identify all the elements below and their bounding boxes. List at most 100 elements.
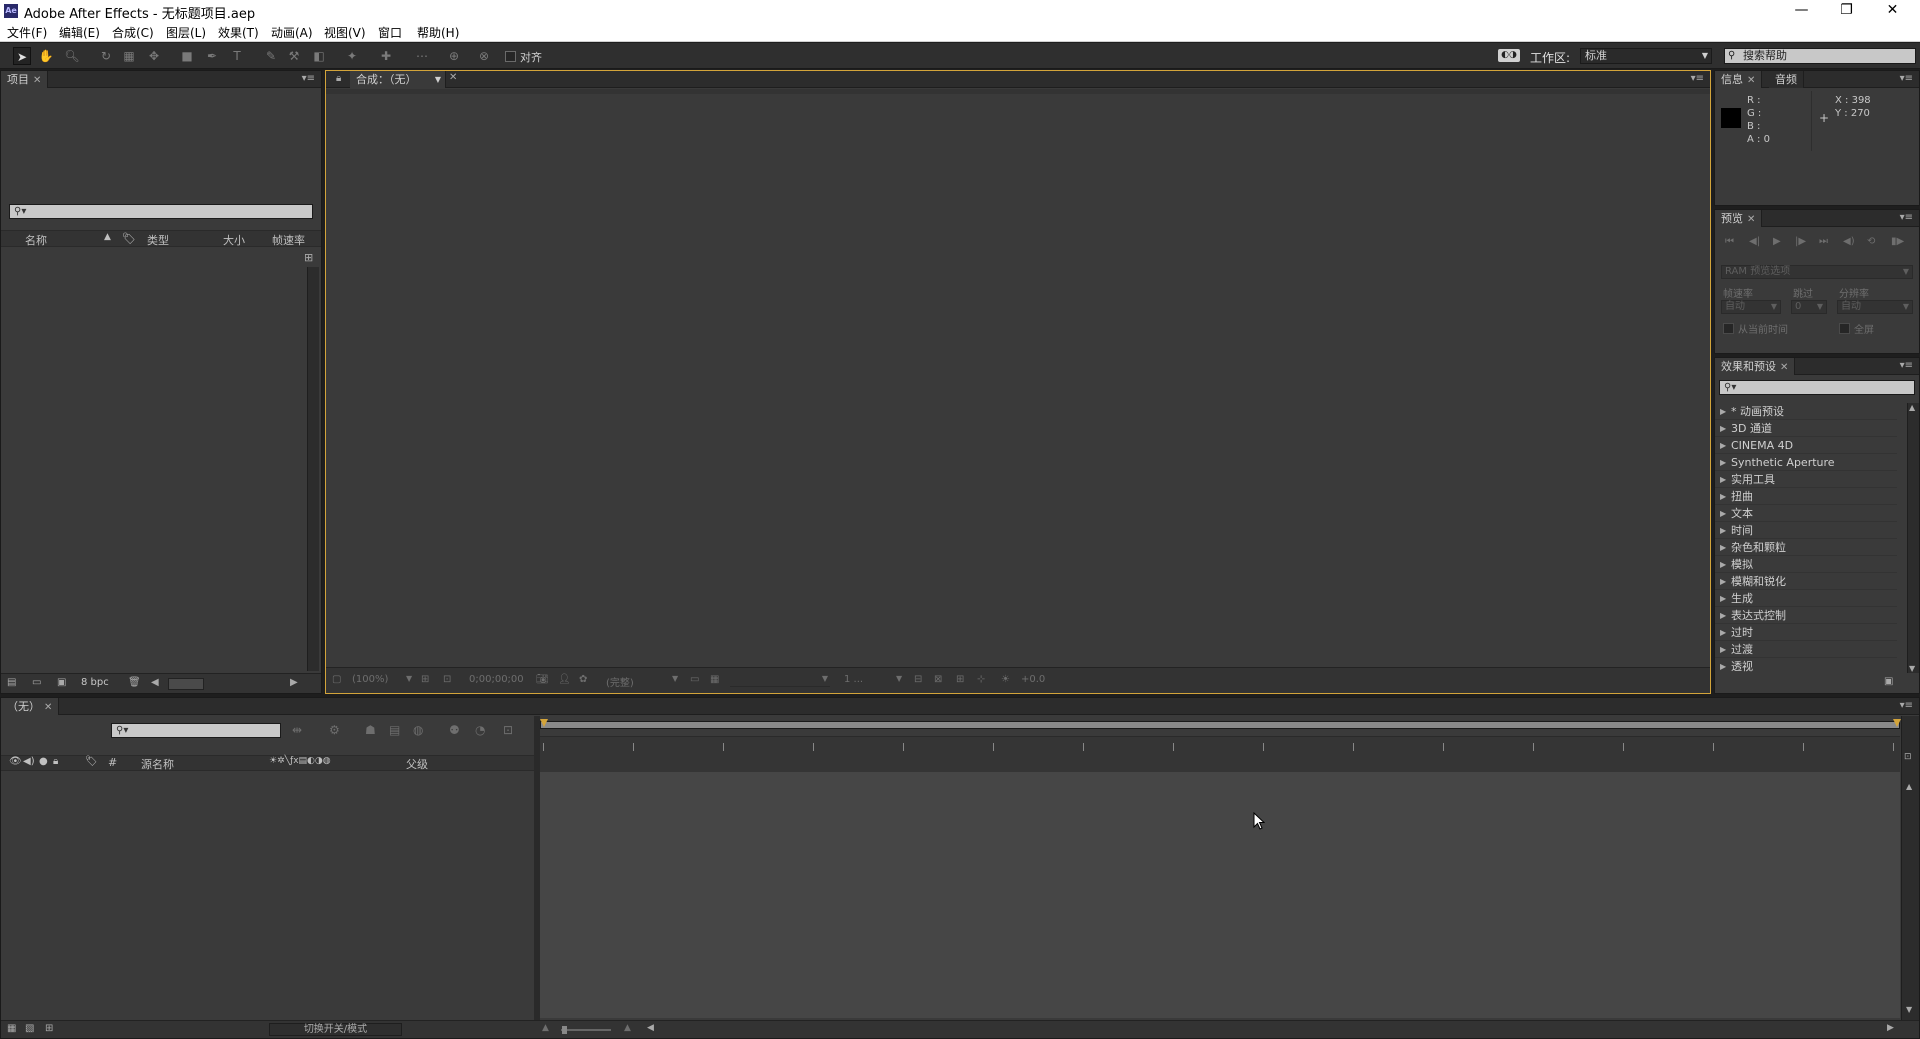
selection-tool-icon[interactable]: ➤ — [13, 47, 31, 65]
scroll-right-icon[interactable]: ▶ — [290, 677, 298, 688]
always-preview-icon[interactable]: ▢ — [332, 674, 341, 685]
camera-tool-icon[interactable]: ▦ — [120, 47, 138, 65]
tab-composition[interactable]: 合成：（无） ▼ — [350, 71, 446, 88]
menu-window[interactable]: 窗口 — [378, 24, 402, 41]
panel-menu-icon[interactable]: ▾≡ — [1900, 73, 1913, 84]
help-search-input[interactable]: ⚲ 搜索帮助 — [1724, 48, 1916, 64]
hide-shy-layers-icon[interactable]: ☗ — [365, 723, 376, 737]
menu-edit[interactable]: 编辑(E) — [59, 24, 100, 41]
close-icon[interactable]: ✕ — [1747, 75, 1755, 86]
menu-effect[interactable]: 效果(T) — [218, 24, 259, 41]
effects-category[interactable]: ▶ 过渡 — [1715, 641, 1897, 658]
panel-menu-icon[interactable]: ▾≡ — [1900, 360, 1913, 371]
column-parent[interactable]: 父级 — [406, 756, 428, 772]
toggle-switches-modes-button[interactable]: 切换开关/模式 — [269, 1023, 402, 1036]
show-snapshot-icon[interactable]: 👤︎ — [558, 674, 571, 685]
in-out-panes-icon[interactable]: ⊞ — [45, 1023, 53, 1034]
effects-category[interactable]: ▶ 时间 — [1715, 522, 1897, 539]
trash-icon[interactable]: 🗑︎ — [128, 677, 141, 688]
panel-menu-icon[interactable]: ▾≡ — [1691, 73, 1704, 84]
eye-icon[interactable]: 👁︎ — [9, 756, 22, 767]
audio-icon[interactable]: ◀) — [23, 756, 35, 767]
timeline-search-input[interactable]: ⚲▾ — [111, 723, 281, 738]
column-framerate[interactable]: 帧速率 — [272, 232, 305, 248]
from-current-checkbox[interactable] — [1723, 323, 1734, 334]
scroll-up-icon[interactable]: ▲ — [1909, 403, 1915, 412]
column-size[interactable]: 大小 — [223, 232, 245, 248]
effects-category[interactable]: ▶ 模糊和锐化 — [1715, 573, 1897, 590]
scroll-up-icon[interactable]: ▲ — [1906, 782, 1912, 791]
audio-icon[interactable]: ◀) — [1843, 236, 1855, 247]
color-channel-icon[interactable]: ✿ — [579, 674, 587, 685]
menu-layer[interactable]: 图层(L) — [166, 24, 206, 41]
menu-animation[interactable]: 动画(A) — [271, 24, 313, 41]
effects-category[interactable]: ▶ 模拟 — [1715, 556, 1897, 573]
auto-keyframe-icon[interactable]: ◔ — [475, 723, 485, 737]
effects-category[interactable]: ▶ 文本 — [1715, 505, 1897, 522]
mask-visibility-icon[interactable]: ⊡ — [443, 674, 451, 685]
new-folder-icon[interactable]: ▭ — [32, 677, 41, 688]
comp-button-icon[interactable]: ⊡ — [1904, 752, 1912, 762]
project-search-input[interactable]: ⚲▾ — [9, 204, 313, 219]
text-tool-icon[interactable]: T — [228, 47, 246, 65]
transfer-controls-icon[interactable]: ▧ — [25, 1023, 34, 1034]
safe-zones-icon[interactable]: ⊞ — [421, 674, 429, 685]
tab-project[interactable]: 项目 ✕ — [1, 71, 49, 88]
zoom-slider[interactable] — [561, 1029, 611, 1031]
close-icon[interactable]: ✕ — [33, 75, 41, 86]
current-time-display[interactable]: 0;00;00;00 — [469, 674, 524, 685]
work-area-bar[interactable] — [540, 721, 1900, 729]
timeline-scrollbar[interactable]: ⊡ ▲ ▼ — [1901, 716, 1919, 1020]
new-composition-icon[interactable]: ▣ — [57, 677, 66, 688]
restore-button[interactable]: ❐ — [1824, 0, 1869, 22]
snap-checkbox[interactable] — [505, 51, 516, 62]
effects-category[interactable]: ▶ CINEMA 4D — [1715, 437, 1897, 454]
workspace-select[interactable]: 标准 ▼ — [1580, 48, 1712, 64]
close-button[interactable]: ✕ — [1870, 0, 1915, 22]
work-area-start-icon[interactable] — [540, 719, 548, 727]
effects-category[interactable]: ▶ 实用工具 — [1715, 471, 1897, 488]
exposure-value[interactable]: +0.0 — [1021, 674, 1045, 685]
tab-info[interactable]: 信息 ✕ — [1715, 71, 1763, 88]
motion-blur-icon[interactable]: ◍ — [413, 723, 423, 737]
snapshot-icon[interactable]: 📷︎ — [536, 674, 549, 685]
rotate-tool-icon[interactable]: ↻ — [97, 47, 115, 65]
lock-icon[interactable]: 🔒︎ — [336, 73, 341, 84]
last-frame-icon[interactable]: ⏭ — [1819, 236, 1828, 247]
panel-menu-icon[interactable]: ▾≡ — [302, 73, 315, 84]
pen-tool-icon[interactable]: ✒ — [203, 47, 221, 65]
first-frame-icon[interactable]: ⏮ — [1725, 236, 1734, 247]
tab-preview[interactable]: 预览 ✕ — [1715, 210, 1763, 227]
work-area-end-icon[interactable] — [1893, 719, 1901, 727]
bpc-label[interactable]: 8 bpc — [81, 677, 109, 688]
pan-behind-tool-icon[interactable]: ✥ — [145, 47, 163, 65]
menu-file[interactable]: 文件(F) — [7, 24, 47, 41]
axis-mode-icon[interactable]: ⊕ — [445, 47, 463, 65]
effects-category[interactable]: ▶ 杂色和颗粒 — [1715, 539, 1897, 556]
effects-category[interactable]: ▶ 3D 通道 — [1715, 420, 1897, 437]
layer-switches-icon[interactable]: ▦ — [7, 1023, 16, 1034]
vr-goggles-icon[interactable]: ◐◑ — [1498, 49, 1520, 62]
horizontal-scrollbar-thumb[interactable] — [168, 678, 204, 690]
solo-icon[interactable]: ● — [39, 756, 48, 767]
zoom-out-icon[interactable]: ▲ — [542, 1023, 549, 1033]
frame-blending-icon[interactable]: ▤ — [389, 723, 400, 737]
minimize-button[interactable]: — — [1779, 0, 1824, 22]
eraser-tool-icon[interactable]: ◧ — [310, 47, 328, 65]
flowchart-icon[interactable]: ⊞ — [304, 251, 313, 264]
close-icon[interactable]: ✕ — [44, 702, 52, 713]
magnification-select[interactable]: (100%) — [352, 674, 388, 685]
pixel-aspect-icon[interactable]: ⊟ — [914, 674, 922, 685]
tab-audio[interactable]: 音频 — [1769, 71, 1804, 88]
panel-menu-icon[interactable]: ▾≡ — [1900, 212, 1913, 223]
camera-view-select[interactable]: ▼ — [730, 673, 830, 687]
tab-timeline[interactable]: （无） ✕ — [1, 698, 60, 715]
view-layout-select[interactable]: 1 ... — [844, 674, 863, 685]
scroll-down-icon[interactable]: ▼ — [1909, 664, 1915, 673]
tab-effects-presets[interactable]: 效果和预设 ✕ — [1715, 358, 1796, 375]
scroll-left-icon[interactable]: ◀ — [151, 677, 159, 688]
effects-category[interactable]: ▶ * 动画预设 — [1715, 403, 1897, 420]
zoom-in-icon[interactable]: ▲ — [624, 1023, 631, 1033]
ram-preview-icon[interactable]: ▮▶ — [1891, 236, 1904, 247]
rectangle-tool-icon[interactable]: ■ — [178, 47, 196, 65]
